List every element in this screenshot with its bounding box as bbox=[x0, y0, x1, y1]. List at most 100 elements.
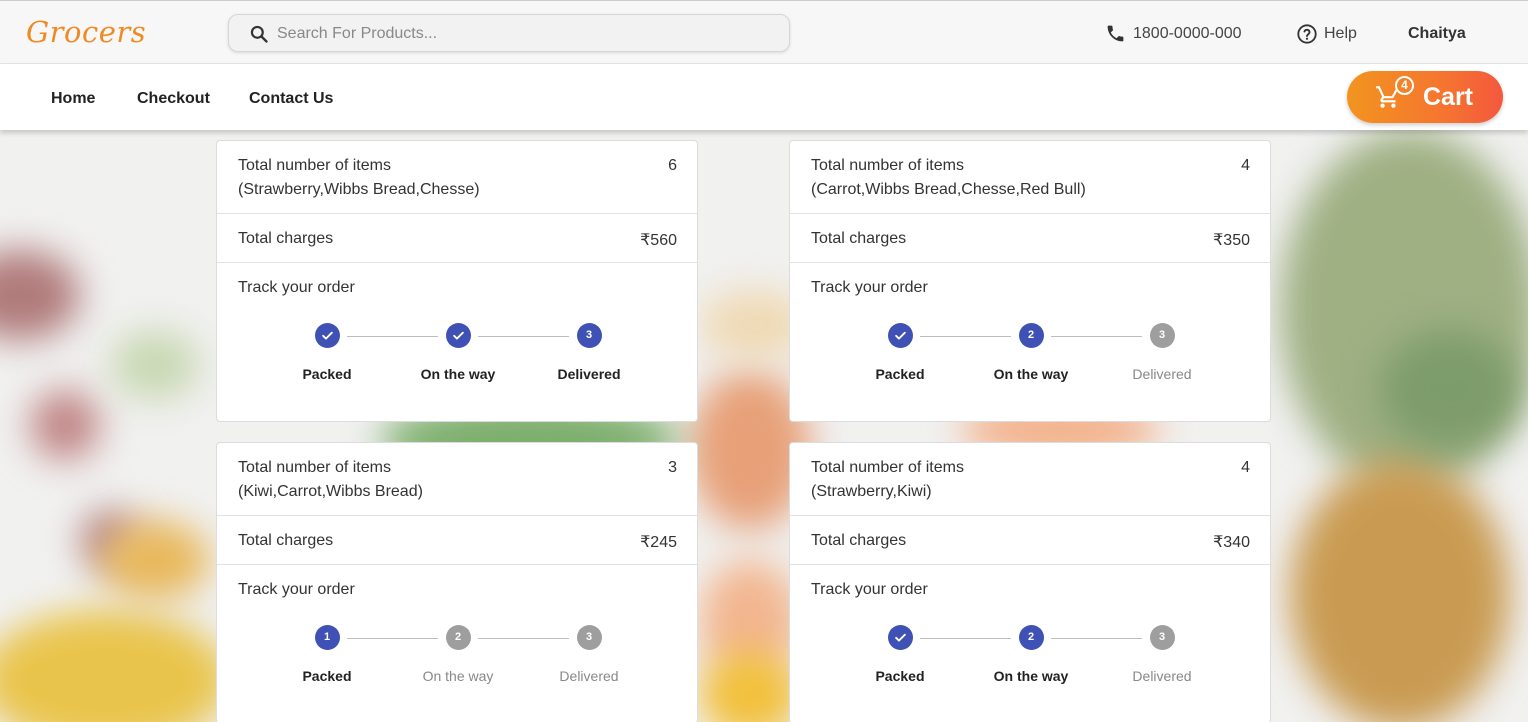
charges-row: Total charges ₹245 bbox=[217, 516, 697, 565]
search-bar[interactable] bbox=[228, 14, 790, 52]
track-row: Track your order Packed On the way 3 Deliver… bbox=[217, 263, 697, 421]
charges-value: ₹340 bbox=[1213, 534, 1250, 551]
step-label: Delivered bbox=[559, 668, 619, 684]
step-packed: 1 Packed bbox=[267, 625, 387, 684]
step-number: 3 bbox=[585, 329, 593, 341]
step-indicator: 2 bbox=[445, 625, 471, 650]
track-row: Track your order Packed 2 On the way 3 Delive… bbox=[790, 565, 1270, 722]
step-packed: Packed bbox=[840, 323, 960, 382]
track-row: Track your order 1 Packed 2 On the way 3 Deliv… bbox=[217, 565, 697, 722]
step-delivered: 3 Delivered bbox=[529, 625, 649, 684]
step-indicator bbox=[314, 323, 340, 348]
check-icon bbox=[452, 331, 464, 340]
nav-bar: Home Checkout Contact Us 4 Cart bbox=[0, 64, 1528, 130]
step-indicator bbox=[445, 323, 471, 348]
track-label: Track your order bbox=[811, 581, 928, 598]
phone-number: 1800-0000-000 bbox=[1133, 24, 1242, 42]
step-indicator: 3 bbox=[1149, 625, 1175, 650]
step-indicator bbox=[887, 323, 913, 348]
charges-value: ₹245 bbox=[640, 534, 677, 551]
items-label: Total number of items bbox=[811, 459, 964, 476]
step-indicator: 2 bbox=[1018, 323, 1044, 348]
phone-contact[interactable]: 1800-0000-000 bbox=[1105, 23, 1242, 44]
cart-label: Cart bbox=[1423, 83, 1474, 111]
step-packed: Packed bbox=[267, 323, 387, 382]
step-label: Packed bbox=[302, 668, 352, 684]
top-bar: Grocers 1800-0000-000 Help Chaitya bbox=[0, 0, 1528, 64]
step-number: 3 bbox=[1158, 631, 1166, 643]
step-label: Packed bbox=[875, 366, 925, 382]
step-indicator: 3 bbox=[576, 323, 602, 348]
charges-row: Total charges ₹350 bbox=[790, 214, 1270, 263]
step-on-the-way: 2 On the way bbox=[971, 625, 1091, 684]
help-link[interactable]: Help bbox=[1296, 23, 1357, 45]
track-label: Track your order bbox=[238, 279, 355, 296]
charges-row: Total charges ₹340 bbox=[790, 516, 1270, 565]
step-indicator: 1 bbox=[314, 625, 340, 650]
step-label: Delivered bbox=[1132, 366, 1192, 382]
search-icon bbox=[250, 25, 268, 43]
items-products: (Kiwi,Carrot,Wibbs Bread) bbox=[238, 483, 423, 500]
items-row: Total number of items (Carrot,Wibbs Bread… bbox=[790, 141, 1270, 214]
phone-icon bbox=[1107, 25, 1124, 42]
order-card-1: Total number of items (Strawberry,Wibbs B… bbox=[216, 140, 698, 422]
step-indicator: 2 bbox=[1018, 625, 1044, 650]
order-stepper: Packed 2 On the way 3 Delivered bbox=[790, 323, 1270, 393]
check-icon bbox=[321, 331, 333, 340]
nav-checkout[interactable]: Checkout bbox=[137, 90, 210, 108]
step-delivered: 3 Delivered bbox=[529, 323, 649, 382]
order-stepper: 1 Packed 2 On the way 3 Delivered bbox=[217, 625, 697, 695]
step-number: 2 bbox=[1027, 631, 1035, 643]
order-card-3: Total number of items (Kiwi,Carrot,Wibbs … bbox=[216, 442, 698, 722]
step-delivered: 3 Delivered bbox=[1102, 625, 1222, 684]
items-row: Total number of items (Kiwi,Carrot,Wibbs … bbox=[217, 443, 697, 516]
step-on-the-way: On the way bbox=[398, 323, 518, 382]
charges-label: Total charges bbox=[238, 532, 334, 549]
charges-label: Total charges bbox=[238, 230, 334, 247]
items-count: 4 bbox=[1241, 157, 1250, 174]
step-label: Packed bbox=[875, 668, 925, 684]
track-row: Track your order Packed 2 On the way 3 Delive… bbox=[790, 263, 1270, 421]
order-stepper: Packed On the way 3 Delivered bbox=[217, 323, 697, 393]
items-label: Total number of items bbox=[238, 157, 391, 174]
cart-button[interactable]: 4 Cart bbox=[1347, 71, 1503, 123]
step-indicator bbox=[887, 625, 913, 650]
step-on-the-way: 2 On the way bbox=[398, 625, 518, 684]
items-products: (Strawberry,Kiwi) bbox=[811, 483, 932, 500]
items-label: Total number of items bbox=[811, 157, 964, 174]
step-on-the-way: 2 On the way bbox=[971, 323, 1091, 382]
user-name[interactable]: Chaitya bbox=[1408, 25, 1466, 43]
charges-label: Total charges bbox=[811, 532, 907, 549]
nav-contact-us[interactable]: Contact Us bbox=[249, 90, 333, 108]
items-label: Total number of items bbox=[238, 459, 391, 476]
check-icon bbox=[894, 331, 906, 340]
search-input[interactable] bbox=[277, 21, 777, 47]
step-label: On the way bbox=[420, 366, 496, 382]
step-number: 3 bbox=[585, 631, 593, 643]
step-number: 3 bbox=[1158, 329, 1166, 341]
step-packed: Packed bbox=[840, 625, 960, 684]
step-indicator: 3 bbox=[1149, 323, 1175, 348]
step-label: Delivered bbox=[1132, 668, 1192, 684]
items-products: (Strawberry,Wibbs Bread,Chesse) bbox=[238, 181, 480, 198]
step-label: Packed bbox=[302, 366, 352, 382]
charges-label: Total charges bbox=[811, 230, 907, 247]
order-stepper: Packed 2 On the way 3 Delivered bbox=[790, 625, 1270, 695]
check-icon bbox=[894, 633, 906, 642]
track-label: Track your order bbox=[238, 581, 355, 598]
step-label: On the way bbox=[993, 668, 1069, 684]
charges-row: Total charges ₹560 bbox=[217, 214, 697, 263]
order-card-4: Total number of items (Strawberry,Kiwi) 4 T… bbox=[789, 442, 1271, 722]
items-count: 6 bbox=[668, 157, 677, 174]
order-card-2: Total number of items (Carrot,Wibbs Bread… bbox=[789, 140, 1271, 422]
items-count: 4 bbox=[1241, 459, 1250, 476]
logo[interactable]: Grocers bbox=[26, 15, 146, 49]
step-number: 1 bbox=[323, 631, 331, 643]
cart-count-badge: 4 bbox=[1395, 76, 1414, 95]
step-indicator: 3 bbox=[576, 625, 602, 650]
items-products: (Carrot,Wibbs Bread,Chesse,Red Bull) bbox=[811, 181, 1086, 198]
charges-value: ₹560 bbox=[640, 232, 677, 249]
nav-home[interactable]: Home bbox=[51, 90, 95, 108]
step-label: On the way bbox=[422, 668, 494, 684]
step-number: 2 bbox=[454, 631, 462, 643]
